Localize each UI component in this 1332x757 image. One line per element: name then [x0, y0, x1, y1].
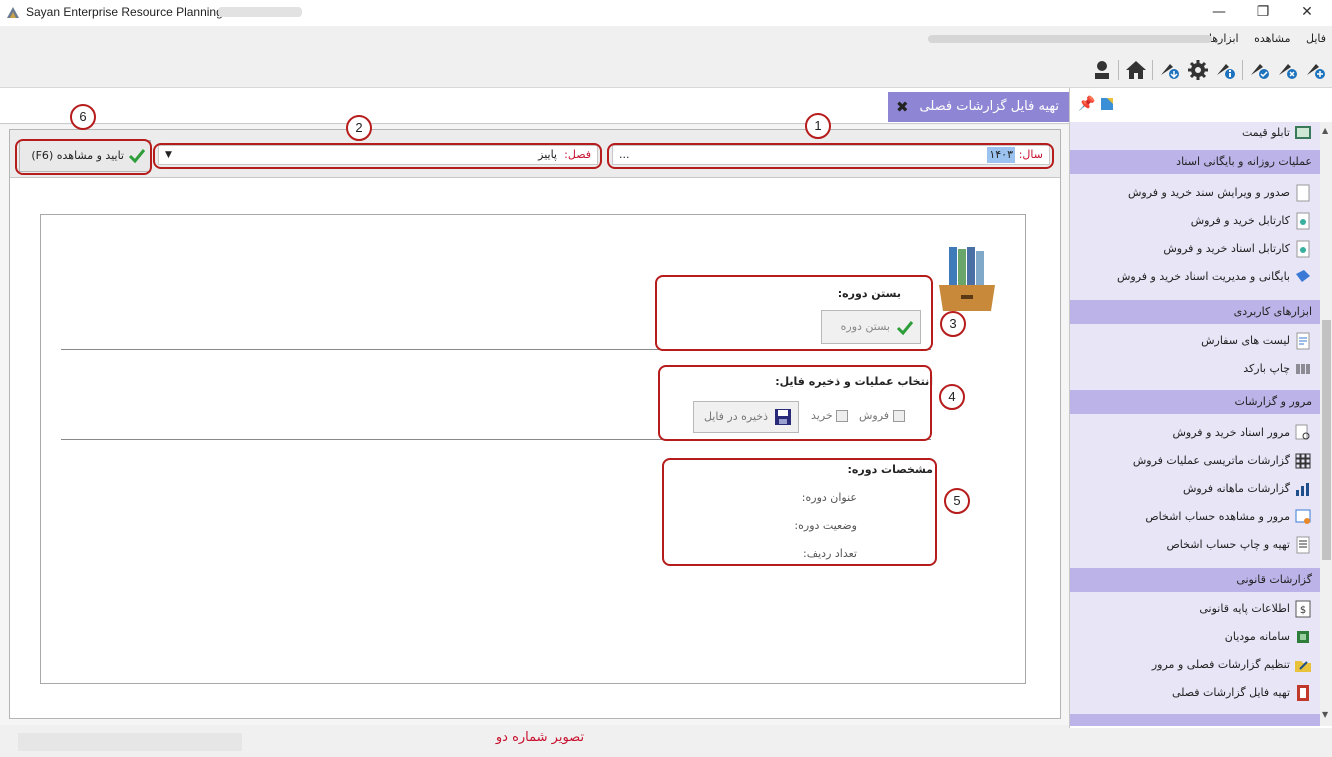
status-bar: تصویر شماره دو	[0, 728, 1332, 757]
user-icon[interactable]	[1090, 58, 1114, 82]
annotation-number-3: 3	[940, 311, 966, 337]
legal-basics-icon: $	[1295, 600, 1311, 618]
print-account-icon	[1296, 536, 1310, 554]
app-logo-icon	[7, 7, 19, 18]
maximize-button[interactable]: ❐	[1248, 2, 1278, 22]
tab-label: تهیه فایل گزارشات فصلی	[919, 99, 1059, 114]
close-window-button[interactable]: ✕	[1292, 2, 1322, 22]
scroll-thumb[interactable]	[1322, 320, 1331, 560]
doc-search-icon	[1295, 424, 1310, 440]
sidebar-item-legal-basics[interactable]: اطلاعات پایه قانونی	[1199, 602, 1290, 615]
archive-book-icon	[1296, 270, 1310, 282]
sidebar-item-archive[interactable]: بایگانی و مدیریت اسناد خرید و فروش	[1117, 270, 1290, 283]
annotation-box-2	[153, 143, 602, 169]
order-list-icon	[1296, 332, 1310, 350]
annotation-box-6	[15, 139, 152, 175]
cartable-icon	[1296, 212, 1310, 230]
sidebar-item-person-accounts[interactable]: مرور و مشاهده حساب اشخاص	[1145, 510, 1290, 523]
sidebar-group-legal-reports[interactable]: گزارشات قانونی	[1070, 568, 1320, 592]
report-file-icon	[1297, 685, 1309, 701]
folder-edit-icon	[1295, 661, 1311, 672]
content-frame: سال: ۱۴۰۳ ... فصل: پاییز ▼ تایید و مشاهد…	[9, 129, 1061, 719]
sidebar: 📌 تابلو قیمت عملیات روزانه و بایگانی اسن…	[1069, 88, 1332, 728]
annotation-number-1: 1	[805, 113, 831, 139]
document-edit-icon	[1296, 184, 1310, 202]
sidebar-header: 📌	[1070, 88, 1332, 122]
main-content: سال: ۱۴۰۳ ... فصل: پاییز ▼ تایید و مشاهد…	[0, 125, 1069, 725]
rocket-check-icon[interactable]	[1248, 58, 1272, 82]
sidebar-item-print-accounts[interactable]: تهیه و چاپ حساب اشخاص	[1167, 538, 1291, 551]
blurred-title-info	[218, 7, 302, 17]
annotation-box-3	[655, 275, 933, 351]
toolbar	[0, 52, 1332, 88]
sidebar-item-review-docs[interactable]: مرور اسناد خرید و فروش	[1173, 426, 1291, 439]
sidebar-group-next[interactable]	[1070, 714, 1320, 726]
toolbar-separator	[1242, 60, 1243, 80]
scroll-up-icon[interactable]: ▲	[1322, 126, 1328, 135]
annotation-number-4: 4	[939, 384, 965, 410]
sidebar-item-cartable-docs[interactable]: کارتابل اسناد خرید و فروش	[1163, 242, 1290, 255]
price-board-icon	[1295, 126, 1311, 139]
tab-strip: تهیه فایل گزارشات فصلی ✖	[0, 88, 1069, 124]
home-icon[interactable]	[1124, 58, 1148, 82]
chip-icon	[1297, 631, 1309, 643]
sidebar-group-reports[interactable]: مرور و گزارشات	[1070, 390, 1320, 414]
rocket-add-icon[interactable]	[1304, 58, 1328, 82]
sidebar-item-cartable[interactable]: کارتابل خرید و فروش	[1191, 214, 1290, 227]
sidebar-item-price-board[interactable]: تابلو قیمت	[1242, 126, 1290, 139]
annotation-number-6: 6	[70, 104, 96, 130]
annotation-box-4	[658, 365, 932, 441]
sidebar-flag-icon[interactable]	[1100, 97, 1114, 111]
archive-binders-icon	[939, 247, 995, 311]
pin-icon[interactable]: 📌	[1078, 96, 1095, 112]
sidebar-scrollbar[interactable]: ▲ ▼	[1320, 122, 1332, 726]
sidebar-group-daily-ops[interactable]: عملیات روزانه و بایگانی اسناد	[1070, 150, 1320, 174]
annotation-number-5: 5	[944, 488, 970, 514]
bar-chart-icon	[1296, 483, 1309, 496]
sidebar-item-taxpayers-system[interactable]: سامانه مودیان	[1225, 630, 1290, 643]
rocket-info-icon[interactable]	[1214, 58, 1238, 82]
annotation-box-1	[607, 143, 1054, 169]
sidebar-item-order-lists[interactable]: لیست های سفارش	[1201, 334, 1290, 347]
sidebar-item-set-quarterly[interactable]: تنظیم گزارشات فصلی و مرور	[1152, 658, 1290, 671]
sidebar-item-matrix-reports[interactable]: گزارشات ماتریسی عملیات فروش	[1133, 454, 1290, 467]
annotation-number-2: 2	[346, 115, 372, 141]
barcode-icon	[1296, 364, 1310, 374]
window-title: Sayan Enterprise Resource Planning	[26, 5, 223, 19]
rocket-x-icon[interactable]	[1276, 58, 1300, 82]
scroll-down-icon[interactable]: ▼	[1322, 710, 1328, 719]
sidebar-item-monthly-sales[interactable]: گزارشات ماهانه فروش	[1183, 482, 1290, 495]
status-blurred-info	[18, 733, 242, 751]
title-bar: Sayan Enterprise Resource Planning — ❐ ✕	[0, 0, 1332, 26]
cartable-docs-icon	[1296, 240, 1310, 258]
sidebar-item-quarterly-file[interactable]: تهیه فایل گزارشات فصلی	[1172, 686, 1290, 699]
sidebar-group-tools[interactable]: ابزارهای کاربردی	[1070, 300, 1320, 324]
figure-caption: تصویر شماره دو	[495, 730, 585, 745]
toolbar-separator	[1152, 60, 1153, 80]
gear-icon[interactable]	[1186, 58, 1210, 82]
svg-text:$: $	[1300, 605, 1306, 616]
annotation-box-5	[662, 458, 937, 566]
sidebar-item-issue-doc[interactable]: صدور و ویرایش سند خرید و فروش	[1128, 186, 1290, 199]
menu-view[interactable]: مشاهده	[1248, 26, 1296, 52]
tab-close-icon[interactable]: ✖	[896, 92, 909, 122]
minimize-button[interactable]: —	[1204, 2, 1234, 22]
sidebar-item-barcode[interactable]: چاپ بارکد	[1243, 362, 1290, 375]
rocket-download-icon[interactable]	[1158, 58, 1182, 82]
account-view-icon	[1295, 509, 1311, 524]
menu-bar: فایل مشاهده ابزارها	[0, 26, 1332, 52]
blurred-menu-info	[928, 35, 1212, 43]
matrix-grid-icon	[1295, 453, 1311, 469]
menu-file[interactable]: فایل	[1300, 26, 1332, 52]
tab-quarterly-report-file[interactable]: تهیه فایل گزارشات فصلی ✖	[888, 92, 1069, 122]
toolbar-separator	[1118, 60, 1119, 80]
sidebar-menu: تابلو قیمت عملیات روزانه و بایگانی اسناد…	[1070, 122, 1320, 726]
